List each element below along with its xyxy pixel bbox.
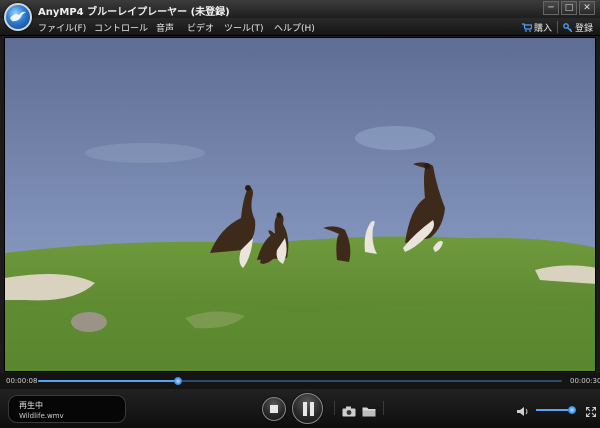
seek-progress: [38, 380, 178, 382]
stop-icon: [270, 405, 278, 413]
speaker-icon[interactable]: [516, 402, 530, 421]
video-frame-image: [5, 38, 595, 371]
key-icon: [563, 23, 573, 33]
cart-icon: [522, 23, 533, 32]
title-bar: AnyMP4 ブルーレイプレーヤー (未登録) ─ □ ✕: [0, 0, 600, 18]
toolbar-divider: [334, 401, 335, 415]
seek-slider[interactable]: [38, 377, 562, 385]
purchase-label: 購入: [534, 24, 553, 34]
file-name: Wildlife.wmv: [19, 412, 64, 420]
pause-button[interactable]: [292, 393, 323, 424]
menu-audio[interactable]: 音声: [156, 21, 174, 34]
folder-icon[interactable]: [362, 402, 376, 421]
video-display[interactable]: [4, 37, 596, 372]
seek-handle[interactable]: [173, 377, 182, 385]
camera-icon[interactable]: [342, 402, 356, 421]
volume-slider[interactable]: [536, 406, 576, 414]
bird-logo-icon: [4, 3, 32, 31]
purchase-link[interactable]: 購入: [522, 21, 552, 34]
menu-divider: [557, 21, 558, 33]
control-bar: 再生中 Wildlife.wmv: [0, 389, 600, 428]
current-time: 00:00:08: [6, 377, 38, 385]
seek-bar-area: 00:00:08 00:00:30: [0, 373, 600, 389]
toolbar-divider-2: [383, 401, 384, 415]
stop-button[interactable]: [262, 397, 286, 421]
close-button[interactable]: ✕: [579, 1, 595, 15]
menu-bar: ファイル(F) コントロール 音声 ビデオ ツール(T) ヘルプ(H) 購入 登…: [0, 18, 600, 36]
maximize-button[interactable]: □: [561, 1, 577, 15]
menu-control[interactable]: コントロール: [94, 21, 148, 34]
register-label: 登録: [575, 24, 594, 34]
register-link[interactable]: 登録: [563, 21, 593, 34]
fullscreen-icon[interactable]: [586, 402, 596, 421]
volume-level: [536, 409, 572, 411]
playback-status: 再生中: [19, 401, 43, 410]
menu-tools[interactable]: ツール(T): [224, 21, 264, 34]
menu-help[interactable]: ヘルプ(H): [274, 21, 315, 34]
window-title: AnyMP4 ブルーレイプレーヤー (未登録): [38, 7, 230, 18]
menu-file[interactable]: ファイル(F): [38, 21, 86, 34]
minimize-button[interactable]: ─: [543, 1, 559, 15]
menu-video[interactable]: ビデオ: [187, 21, 214, 34]
volume-handle[interactable]: [568, 406, 576, 414]
total-time: 00:00:30: [570, 377, 600, 385]
status-panel: 再生中 Wildlife.wmv: [8, 395, 126, 423]
